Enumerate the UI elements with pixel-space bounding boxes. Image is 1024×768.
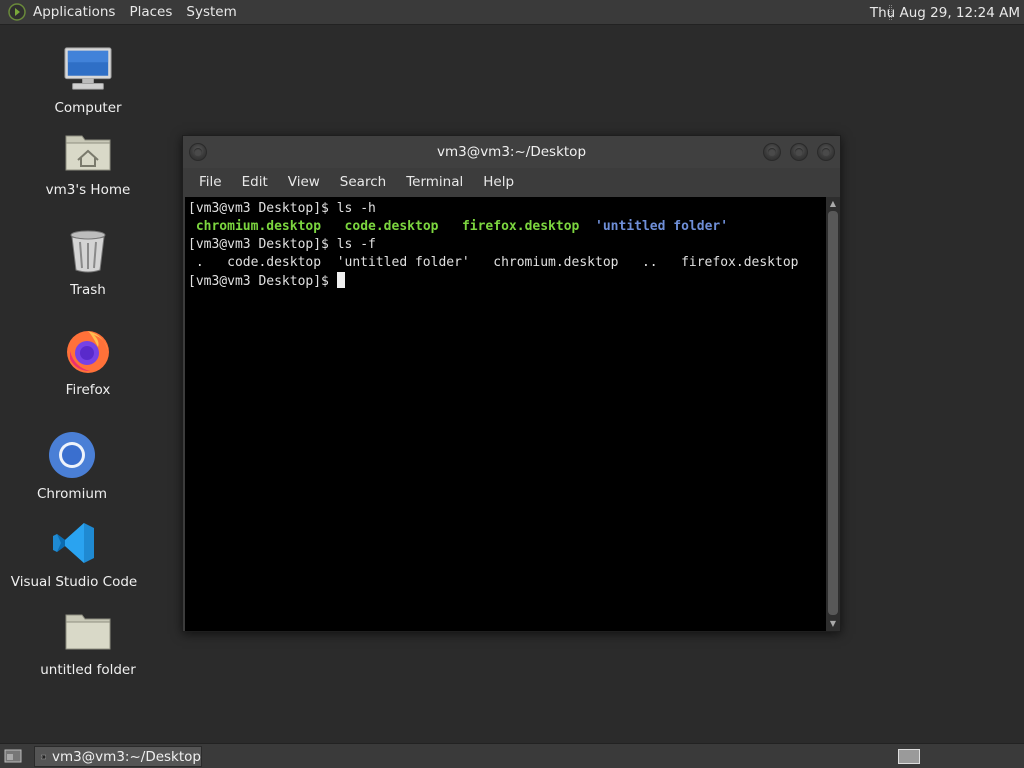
- scrollbar-thumb[interactable]: [828, 211, 838, 615]
- maximize-button[interactable]: [790, 143, 808, 161]
- desktop-icon-label: Firefox: [65, 382, 111, 398]
- command: ls -f: [336, 237, 376, 252]
- terminal-line: [vm3@vm3 Desktop]$: [188, 272, 826, 290]
- prompt: [vm3@vm3 Desktop]$: [188, 237, 337, 252]
- system-menu[interactable]: System: [179, 0, 243, 25]
- show-desktop-icon[interactable]: [4, 748, 22, 764]
- window-menu-button[interactable]: [189, 143, 207, 161]
- scroll-up-icon[interactable]: ▲: [829, 200, 837, 208]
- terminal-line: [vm3@vm3 Desktop]$ ls -f: [188, 236, 826, 254]
- menu-edit[interactable]: Edit: [232, 174, 278, 190]
- desktop-icon-label: Trash: [70, 282, 106, 298]
- computer-icon: [63, 44, 113, 94]
- text-cursor: [336, 272, 345, 288]
- window-title: vm3@vm3:~/Desktop: [436, 144, 587, 160]
- chromium-icon: [47, 430, 97, 480]
- desktop-icon-label: Chromium: [36, 486, 108, 502]
- terminal-line: . code.desktop 'untitled folder' chromiu…: [188, 254, 826, 272]
- applications-menu[interactable]: Applications: [26, 0, 122, 25]
- workspace-switcher[interactable]: [898, 749, 920, 764]
- menu-file[interactable]: File: [189, 174, 232, 190]
- close-button[interactable]: [817, 143, 835, 161]
- desktop-icon-vscode[interactable]: Visual Studio Code: [9, 518, 139, 590]
- desktop-icon-label: untitled folder: [40, 662, 136, 678]
- desktop-icon-firefox[interactable]: Firefox: [23, 326, 153, 398]
- folder-icon: [63, 606, 113, 656]
- bottom-panel: vm3@vm3:~/Desktop: [0, 743, 1024, 768]
- desktop-icon-home[interactable]: vm3's Home: [23, 126, 153, 198]
- terminal-window[interactable]: vm3@vm3:~/Desktop File Edit View Search …: [182, 135, 841, 632]
- listing: . code.desktop 'untitled folder' chromiu…: [188, 255, 799, 270]
- file-entry: chromium.desktop: [195, 219, 322, 234]
- terminal-output[interactable]: [vm3@vm3 Desktop]$ ls -h chromium.deskto…: [185, 197, 826, 631]
- prompt: [vm3@vm3 Desktop]$: [188, 201, 337, 216]
- desktop-icon-label: vm3's Home: [45, 182, 131, 198]
- menu-view[interactable]: View: [278, 174, 330, 190]
- desktop-icon-chromium[interactable]: Chromium: [7, 430, 137, 502]
- terminal-line: [vm3@vm3 Desktop]$ ls -h: [188, 200, 826, 218]
- taskbar-label: vm3@vm3:~/Desktop: [51, 748, 201, 765]
- clock[interactable]: Thu Aug 29, 12:24 AM: [862, 0, 1020, 25]
- command: ls -h: [336, 201, 376, 216]
- terminal-menubar: File Edit View Search Terminal Help: [183, 168, 840, 196]
- places-menu[interactable]: Places: [122, 0, 179, 25]
- terminal-scrollbar[interactable]: ▲ ▼: [826, 197, 840, 631]
- terminal-line: chromium.desktop code.desktop firefox.de…: [188, 218, 826, 236]
- desktop-icon-computer[interactable]: Computer: [23, 44, 153, 116]
- vscode-icon: [49, 518, 99, 568]
- top-panel: Applications Places System Thu Aug 29, 1…: [0, 0, 1024, 25]
- desktop-icon-untitled-folder[interactable]: untitled folder: [23, 606, 153, 678]
- firefox-icon: [63, 326, 113, 376]
- window-titlebar[interactable]: vm3@vm3:~/Desktop: [183, 136, 840, 168]
- trash-icon: [63, 226, 113, 276]
- prompt: [vm3@vm3 Desktop]$: [188, 274, 337, 289]
- scroll-down-icon[interactable]: ▼: [829, 620, 837, 628]
- taskbar-terminal-button[interactable]: vm3@vm3:~/Desktop: [34, 746, 202, 767]
- file-entry: firefox.desktop: [461, 219, 580, 234]
- minimize-button[interactable]: [763, 143, 781, 161]
- desktop-icon-trash[interactable]: Trash: [23, 226, 153, 298]
- menu-terminal[interactable]: Terminal: [396, 174, 473, 190]
- file-entry: code.desktop: [344, 219, 439, 234]
- terminal-icon: [41, 754, 46, 759]
- home-folder-icon: [63, 126, 113, 176]
- menu-search[interactable]: Search: [330, 174, 396, 190]
- directory-entry: 'untitled folder': [595, 219, 729, 234]
- applications-logo-icon[interactable]: [8, 3, 26, 21]
- desktop-icon-label: Visual Studio Code: [10, 574, 138, 590]
- menu-help[interactable]: Help: [473, 174, 524, 190]
- desktop-icon-label: Computer: [54, 100, 122, 116]
